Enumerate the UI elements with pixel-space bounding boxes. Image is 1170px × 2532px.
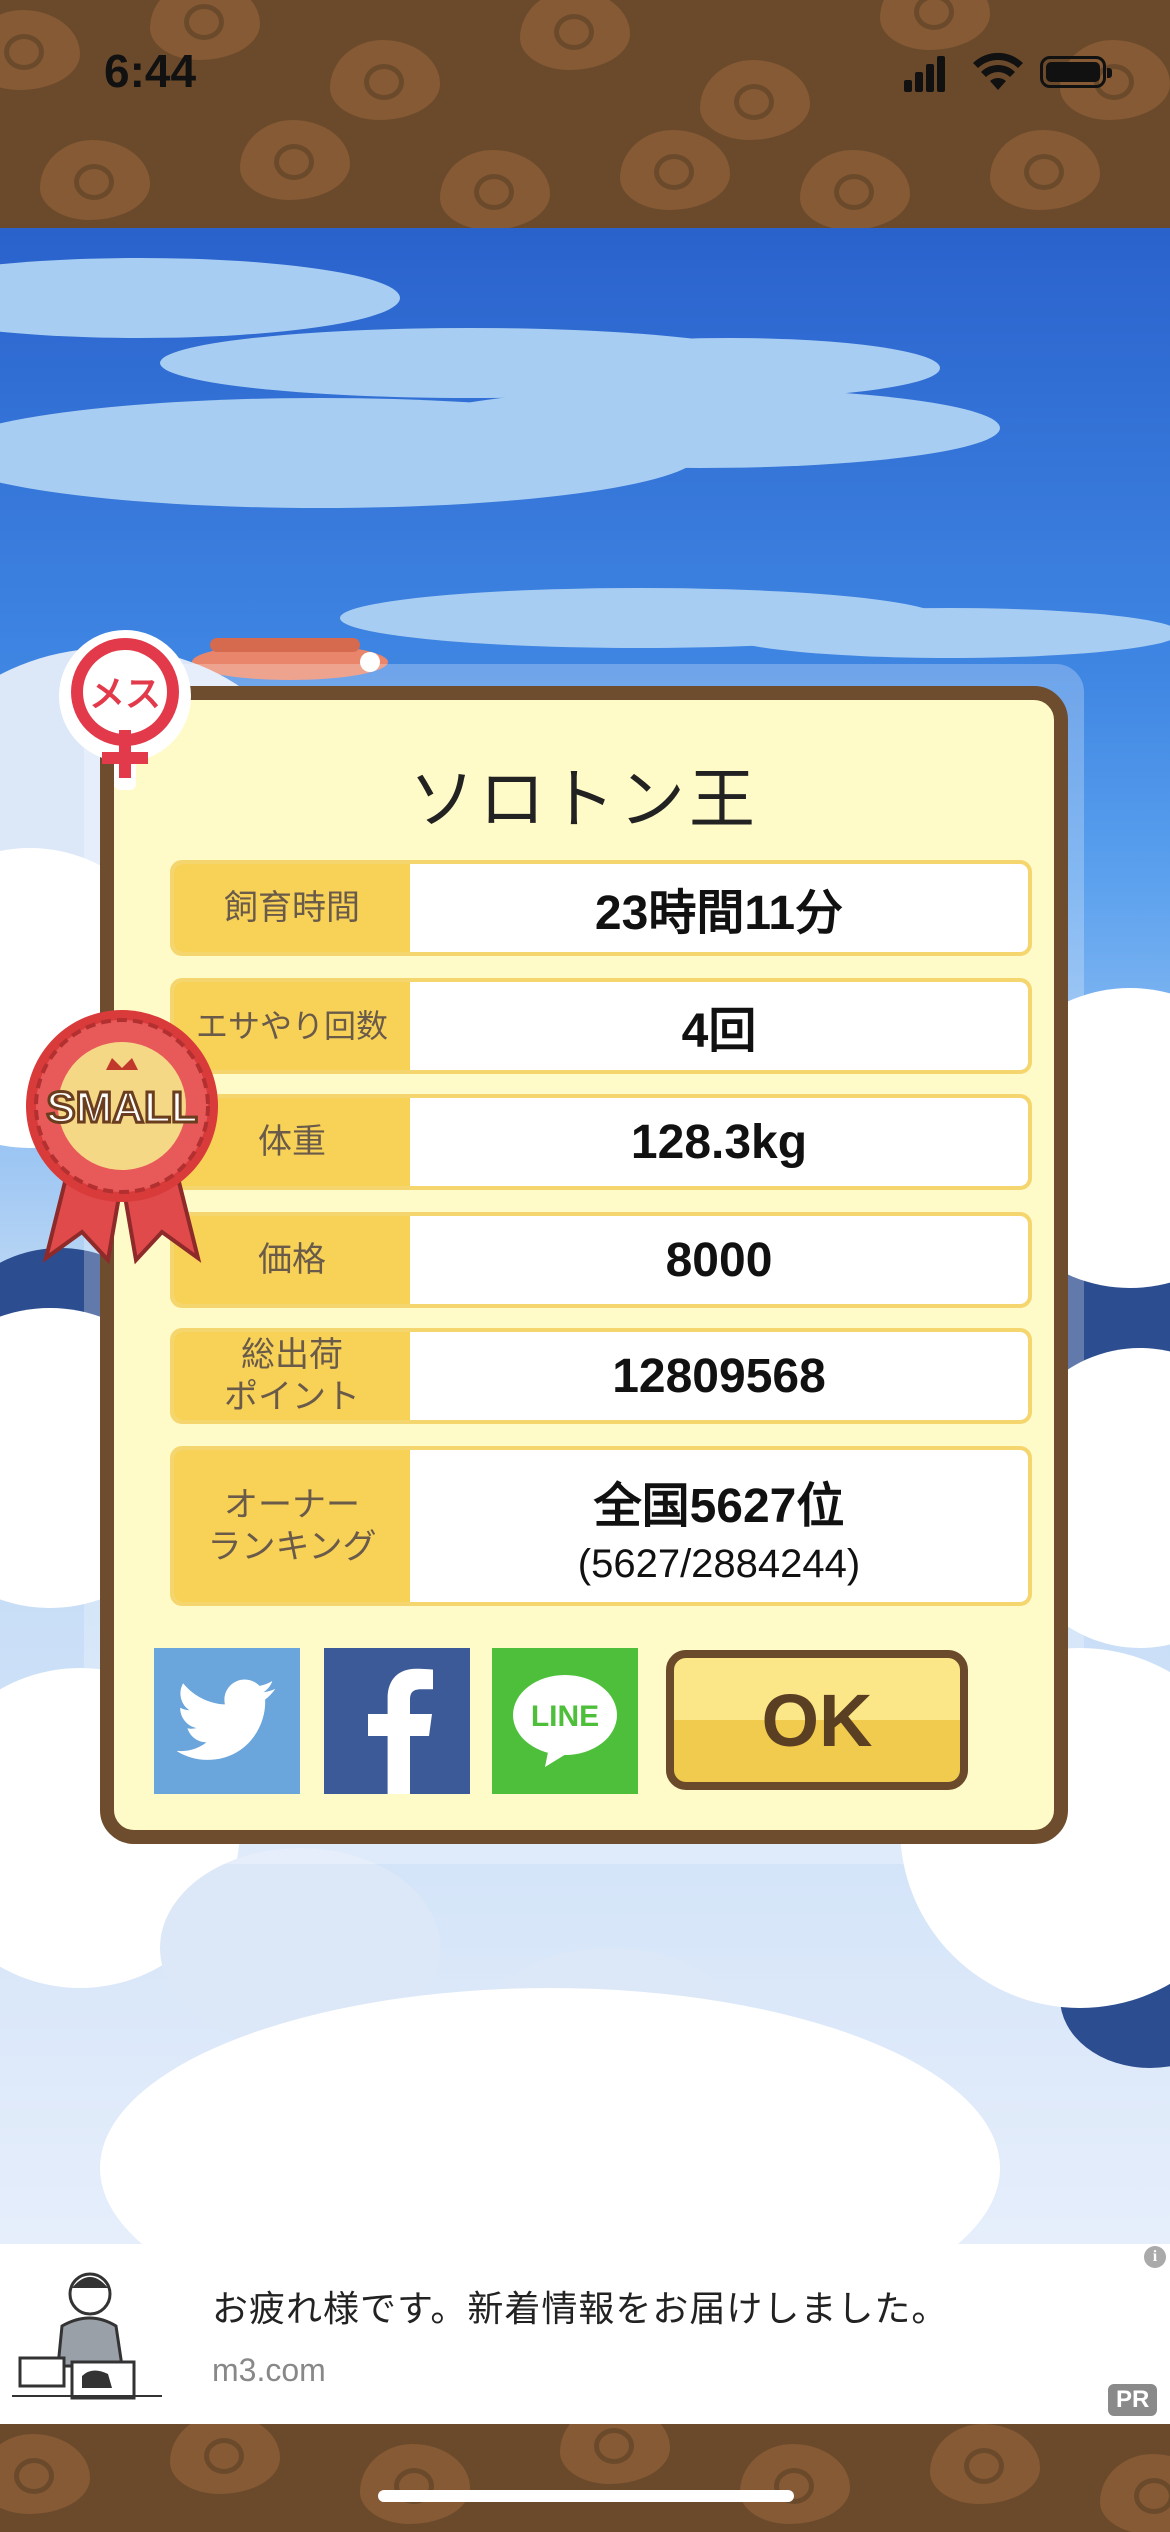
- stat-label: 総出荷 ポイント: [174, 1332, 410, 1420]
- bottom-pattern-bar: [0, 2424, 1170, 2532]
- line-logo-icon: LINE: [513, 1675, 617, 1767]
- svg-text:SMALL: SMALL: [46, 1083, 198, 1132]
- ok-button-label: OK: [761, 1678, 873, 1762]
- ad-illustration-icon: [12, 2272, 162, 2400]
- stat-value: 23時間11分: [594, 887, 844, 940]
- facebook-share-button[interactable]: [324, 1648, 470, 1794]
- stat-label: オーナー ランキング: [174, 1450, 410, 1602]
- stat-value: 8000: [665, 1233, 773, 1287]
- ok-button[interactable]: OK: [666, 1650, 968, 1790]
- stat-row-price: 価格 8000: [170, 1212, 1032, 1308]
- svg-text:メス: メス: [89, 674, 161, 715]
- status-time: 6:44: [104, 45, 197, 97]
- twitter-bird-icon: [177, 1679, 276, 1760]
- stat-row-feed-count: エサやり回数 4回: [170, 978, 1032, 1074]
- ad-banner[interactable]: お疲れ様です。新着情報をお届けしました。 m3.com PR i: [0, 2244, 1170, 2424]
- ad-text: お疲れ様です。新着情報をお届けしました。: [212, 2289, 949, 2330]
- dialog-title: ソロトン王: [409, 761, 759, 838]
- ad-pr-badge: PR: [1108, 2384, 1158, 2416]
- result-dialog: ソロトン王 飼育時間 23時間11分 エサやり回数 4回 体重 128.3kg …: [100, 686, 1068, 1844]
- stat-value: 4回: [681, 1005, 757, 1058]
- ranking-detail: (5627/2884244): [577, 1541, 861, 1586]
- female-badge-icon: メス: [59, 630, 191, 790]
- svg-text:LINE: LINE: [531, 1700, 599, 1733]
- twitter-share-button[interactable]: [154, 1648, 300, 1794]
- status-bar: 6:44: [0, 0, 1170, 228]
- stat-value: 128.3kg: [630, 1115, 808, 1169]
- line-share-button[interactable]: LINE: [492, 1648, 638, 1794]
- stat-row-weight: 体重 128.3kg: [170, 1094, 1032, 1190]
- wifi-icon: [973, 52, 1023, 90]
- facebook-f-icon: [368, 1668, 433, 1794]
- small-size-ribbon-icon: SMALL: [26, 1010, 218, 1265]
- battery-icon: [1040, 56, 1112, 88]
- ad-info-icon[interactable]: i: [1144, 2246, 1166, 2268]
- home-indicator[interactable]: [378, 2490, 794, 2502]
- stat-value: 12809568: [612, 1349, 826, 1403]
- cellular-signal-icon: [904, 54, 946, 92]
- stat-row-owner-ranking: オーナー ランキング 全国5627位 (5627/2884244): [170, 1446, 1032, 1606]
- stat-row-breeding-time: 飼育時間 23時間11分: [170, 860, 1032, 956]
- stat-label: 飼育時間: [174, 864, 410, 952]
- ranking-value: 全国5627位: [593, 1479, 845, 1533]
- ad-domain: m3.com: [212, 2352, 326, 2388]
- stat-row-shipping-points: 総出荷 ポイント 12809568: [170, 1328, 1032, 1424]
